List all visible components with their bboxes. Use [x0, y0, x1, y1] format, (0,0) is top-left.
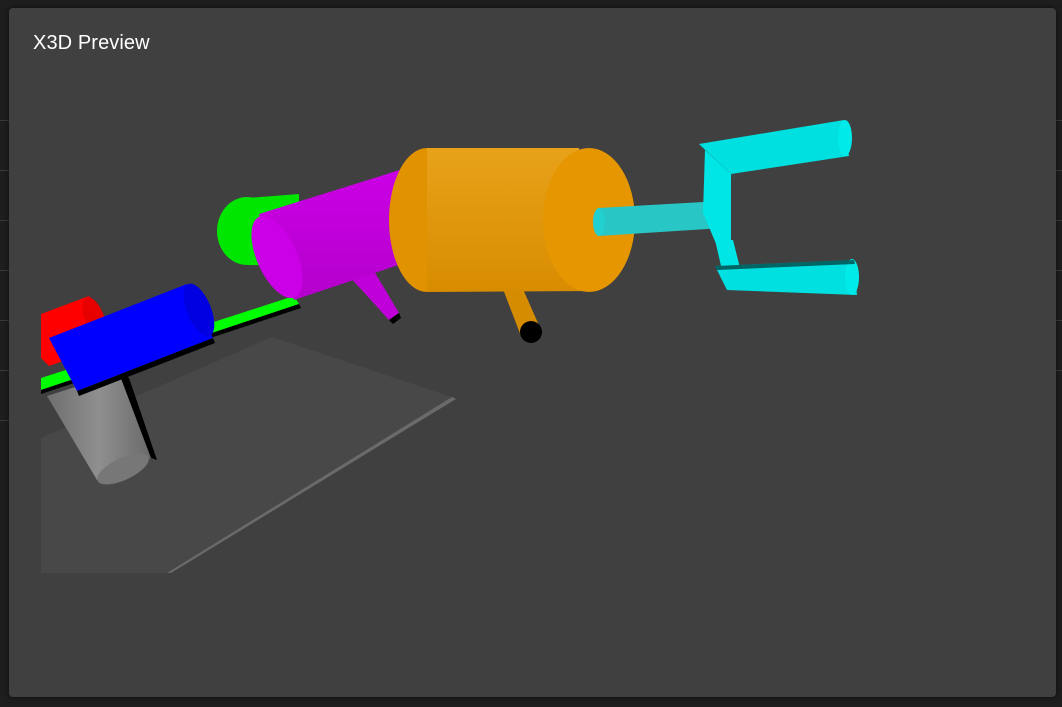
x3d-preview-dialog: X3D Preview: [9, 8, 1056, 697]
x3d-viewport[interactable]: [9, 8, 1056, 697]
cyan-gripper: [699, 120, 859, 295]
